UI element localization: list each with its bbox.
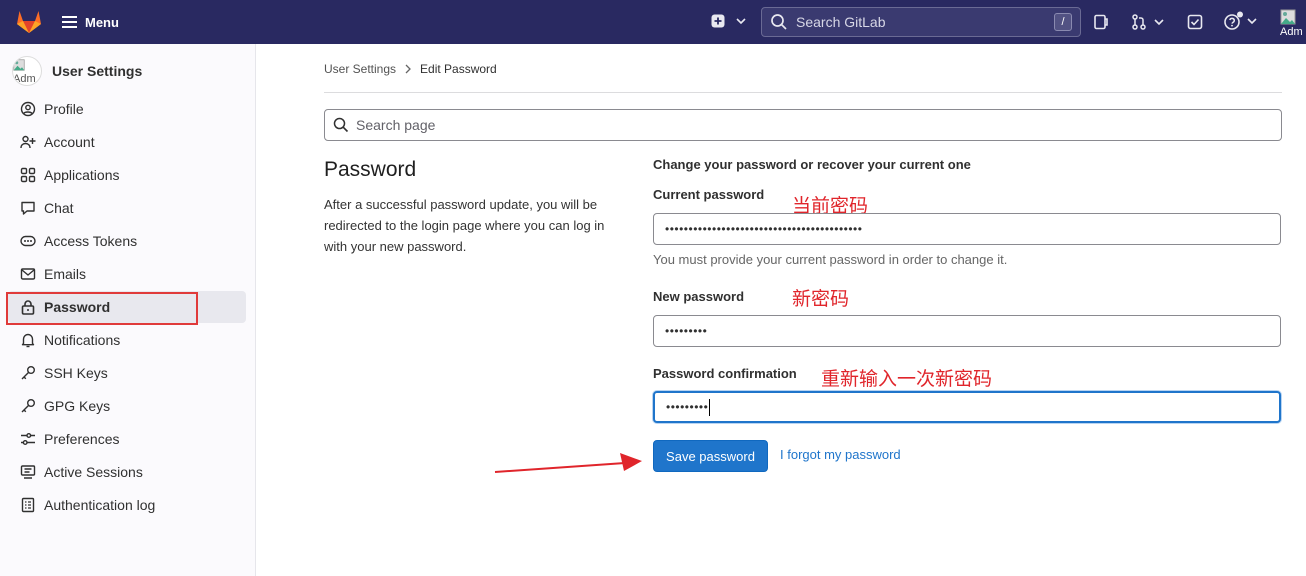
annotation-password-confirmation: 重新输入一次新密码 (821, 368, 993, 390)
issues-icon (1094, 14, 1108, 30)
current-password-field[interactable]: ••••••••••••••••••••••••••••••••••••••••… (653, 213, 1281, 245)
new-password-value: ••••••••• (665, 324, 708, 338)
account-icon (20, 135, 36, 149)
sidebar-item-label: Access Tokens (44, 233, 138, 249)
search-page-placeholder: Search page (356, 117, 436, 133)
sidebar-item-label: GPG Keys (44, 398, 111, 414)
applications-icon (20, 167, 36, 183)
sidebar-item-ssh-keys[interactable]: SSH Keys (8, 357, 246, 389)
chat-icon (21, 201, 35, 215)
sidebar-item-notifications[interactable]: Notifications (8, 324, 246, 356)
highlight-box-password (6, 292, 198, 325)
search-placeholder: Search GitLab (796, 14, 886, 30)
password-confirmation-label: Password confirmation (653, 366, 797, 381)
issues-button[interactable] (1090, 12, 1112, 32)
breadcrumb-current: Edit Password (420, 62, 497, 76)
top-navbar: Menu Search GitLab / Adm (0, 0, 1306, 44)
key-icon (21, 399, 35, 413)
help-button[interactable] (1222, 10, 1260, 32)
user-avatar-menu[interactable]: Adm (1280, 9, 1306, 43)
sidebar-item-active-sessions[interactable]: Active Sessions (8, 456, 246, 488)
chevron-down-icon (1247, 18, 1257, 25)
user-avatar: Adm (12, 56, 42, 86)
sidebar-item-label: Chat (44, 200, 74, 216)
save-password-button[interactable]: Save password (653, 440, 768, 472)
new-password-label: New password (653, 289, 745, 304)
breadcrumb: User Settings Edit Password (324, 62, 497, 76)
merge-requests-button[interactable] (1130, 12, 1166, 32)
sidebar-item-label: Emails (44, 266, 87, 282)
sidebar-item-label: Authentication log (44, 497, 156, 513)
search-icon (333, 117, 349, 133)
token-icon (20, 235, 36, 247)
mail-icon (20, 268, 36, 280)
menu-label: Menu (85, 14, 119, 30)
sidebar-item-authentication-log[interactable]: Authentication log (8, 489, 246, 521)
section-title: Password (324, 158, 417, 181)
broken-image-icon (1280, 9, 1296, 25)
help-icon (1224, 11, 1243, 30)
sidebar-title: User Settings (52, 63, 143, 79)
sidebar-item-label: Active Sessions (44, 464, 143, 480)
current-password-label: Current password (653, 187, 765, 202)
chevron-right-icon (405, 64, 411, 74)
sidebar-item-label: Applications (44, 167, 120, 183)
todos-button[interactable] (1184, 12, 1206, 32)
sessions-icon (20, 465, 36, 479)
merge-request-icon (1132, 14, 1146, 30)
sidebar-item-emails[interactable]: Emails (8, 258, 246, 290)
sidebar-item-account[interactable]: Account (8, 126, 246, 158)
search-page-input[interactable]: Search page (324, 109, 1282, 141)
chevron-down-icon (736, 18, 746, 25)
current-password-value: ••••••••••••••••••••••••••••••••••••••••… (665, 222, 863, 236)
breadcrumb-parent-link[interactable]: User Settings (324, 62, 396, 76)
sidebar-item-label: Account (44, 134, 95, 150)
red-arrow-annotation (494, 453, 642, 473)
plus-square-icon (711, 14, 725, 28)
avatar-alt-text: Adm (1280, 26, 1303, 38)
sidebar-item-profile[interactable]: Profile (8, 93, 246, 125)
sidebar-header[interactable]: Adm User Settings (12, 56, 142, 86)
profile-icon (20, 101, 36, 117)
sidebar-item-label: Profile (44, 101, 84, 117)
hamburger-icon (62, 16, 77, 28)
menu-button[interactable]: Menu (62, 11, 119, 33)
annotation-new-password: 新密码 (792, 288, 850, 310)
new-item-button[interactable] (709, 11, 749, 31)
log-icon (21, 497, 35, 513)
form-intro: Change your password or recover your cur… (653, 157, 971, 172)
chevron-down-icon (1154, 19, 1164, 26)
sidebar-item-access-tokens[interactable]: Access Tokens (8, 225, 246, 257)
password-confirmation-field[interactable]: ••••••••• (653, 391, 1281, 423)
text-caret (709, 398, 711, 416)
avatar-alt-text: Adm (13, 73, 36, 85)
password-confirmation-value: ••••••••• (666, 400, 709, 414)
key-icon (21, 366, 35, 380)
sidebar-item-label: SSH Keys (44, 365, 108, 381)
bell-icon (21, 333, 35, 348)
new-password-field[interactable]: ••••••••• (653, 315, 1281, 347)
sidebar-item-preferences[interactable]: Preferences (8, 423, 246, 455)
search-shortcut-key: / (1054, 13, 1072, 31)
sidebar-item-label: Notifications (44, 332, 121, 348)
current-password-help: You must provide your current password i… (653, 252, 1008, 267)
sidebar-item-chat[interactable]: Chat (8, 192, 246, 224)
global-search-input[interactable]: Search GitLab / (761, 7, 1081, 37)
forgot-password-link[interactable]: I forgot my password (780, 447, 901, 462)
gitlab-logo-icon[interactable] (15, 8, 43, 34)
preferences-icon (21, 433, 35, 445)
broken-image-icon (13, 59, 25, 71)
sidebar-item-label: Preferences (44, 431, 120, 447)
todo-checkbox-icon (1187, 14, 1203, 30)
section-description: After a successful password update, you … (324, 197, 605, 254)
sidebar-item-gpg-keys[interactable]: GPG Keys (8, 390, 246, 422)
search-icon (771, 14, 787, 30)
divider (324, 92, 1282, 93)
sidebar-item-applications[interactable]: Applications (8, 159, 246, 191)
